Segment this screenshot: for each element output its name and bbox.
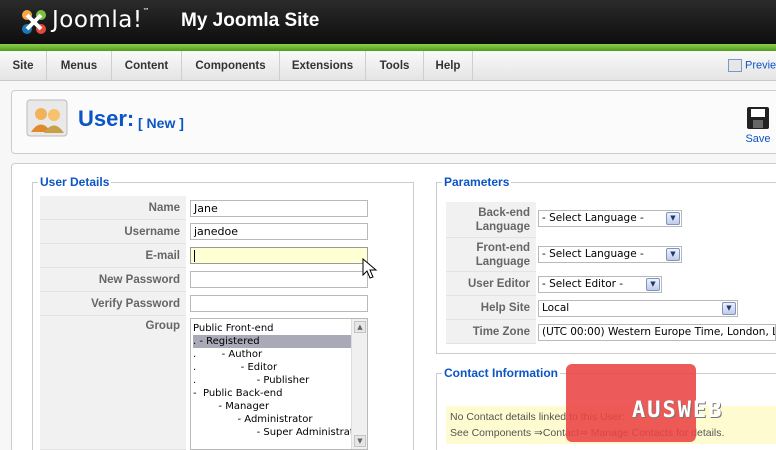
parameters-legend: Parameters [442, 175, 512, 189]
group-list-scrollbar[interactable]: ▲ ▼ [351, 319, 367, 449]
toolbar-box: User: [ New ] Save [11, 90, 776, 154]
help-site-value: Local [542, 302, 570, 314]
frontend-language-label: Front-end Language [446, 238, 536, 272]
site-title: My Joomla Site [181, 10, 320, 31]
backend-language-value: - Select Language - [542, 212, 644, 224]
page-title: User: [78, 106, 135, 131]
username-label: Username [40, 220, 186, 244]
group-select-list[interactable]: Public Front-end . - Registered . - Auth… [190, 318, 368, 450]
preview-icon [728, 59, 742, 72]
menu-extensions[interactable]: Extensions [280, 51, 366, 81]
group-option[interactable]: - Public Back-end [193, 387, 351, 400]
logo-text: Joomla!™ [52, 7, 151, 33]
menu-menus[interactable]: Menus [47, 51, 112, 81]
frontend-language-select[interactable]: - Select Language - ▼ [538, 246, 682, 263]
frontend-language-value: - Select Language - [542, 248, 644, 260]
group-option[interactable]: . - Author [193, 348, 351, 361]
text-caret [194, 250, 195, 262]
time-zone-label: Time Zone [446, 320, 536, 344]
group-option[interactable]: - Administrator [193, 413, 351, 426]
joomla-logo-icon [22, 10, 46, 34]
time-zone-value: (UTC 00:00) Western Europe Time, London,… [542, 326, 775, 338]
new-password-label: New Password [40, 268, 186, 292]
menu-help[interactable]: Help [424, 51, 473, 81]
preview-label: Preview [745, 59, 776, 72]
group-option[interactable]: . - Editor [193, 361, 351, 374]
chevron-down-icon: ▼ [666, 212, 680, 225]
scroll-down-icon[interactable]: ▼ [354, 435, 366, 447]
help-site-label: Help Site [446, 296, 536, 320]
time-zone-select[interactable]: (UTC 00:00) Western Europe Time, London,… [538, 324, 776, 341]
users-icon [26, 99, 68, 137]
frontend-language-label-line2: Language [475, 256, 530, 268]
group-option[interactable]: - Manager [193, 400, 351, 413]
name-label: Name [40, 196, 186, 220]
user-details-legend: User Details [38, 175, 112, 189]
scroll-up-icon[interactable]: ▲ [354, 321, 366, 333]
backend-language-select[interactable]: - Select Language - ▼ [538, 210, 682, 227]
group-option[interactable]: - Super Administrator [193, 426, 364, 439]
mouse-cursor-icon [362, 258, 378, 279]
chevron-down-icon: ▼ [722, 302, 736, 315]
new-password-input[interactable] [190, 271, 368, 288]
help-site-select[interactable]: Local ▼ [538, 300, 738, 317]
menu-site[interactable]: Site [0, 51, 47, 81]
save-button[interactable]: Save [738, 103, 776, 149]
verify-password-input[interactable] [190, 295, 368, 312]
preview-link[interactable]: Preview [728, 59, 776, 75]
menu-tools[interactable]: Tools [366, 51, 424, 81]
save-icon [747, 107, 769, 129]
header-accent-stripe [0, 44, 776, 51]
email-label: E-mail [40, 244, 186, 268]
email-input[interactable] [190, 247, 368, 264]
user-editor-select[interactable]: - Select Editor - ▼ [538, 276, 662, 293]
backend-language-label-line2: Language [475, 221, 530, 233]
group-option[interactable]: . - Publisher [193, 374, 351, 387]
group-label: Group [40, 316, 186, 450]
group-option[interactable]: Public Front-end [193, 322, 351, 335]
menu-components[interactable]: Components [182, 51, 280, 81]
username-input[interactable]: janedoe [190, 223, 368, 240]
main-menu-bar: Site Menus Content Components Extensions… [0, 51, 776, 81]
name-input[interactable]: Jane [190, 200, 368, 217]
header-bar: Joomla!™ My Joomla Site [0, 0, 776, 51]
save-label: Save [745, 133, 771, 145]
backend-language-label-line1: Back-end [478, 207, 530, 219]
menu-content[interactable]: Content [112, 51, 182, 81]
chevron-down-icon: ▼ [646, 278, 660, 291]
user-editor-value: - Select Editor - [542, 278, 624, 290]
user-editor-label: User Editor [446, 272, 536, 296]
contact-information-legend: Contact Information [442, 366, 560, 380]
backend-language-label: Back-end Language [446, 202, 536, 238]
group-option-selected[interactable]: . - Registered [193, 335, 351, 348]
watermark-text: AUSWEB [632, 398, 724, 423]
chevron-down-icon: ▼ [666, 248, 680, 261]
frontend-language-label-line1: Front-end [476, 242, 530, 254]
verify-password-label: Verify Password [40, 292, 186, 316]
page-subtitle: [ New ] [138, 115, 184, 131]
